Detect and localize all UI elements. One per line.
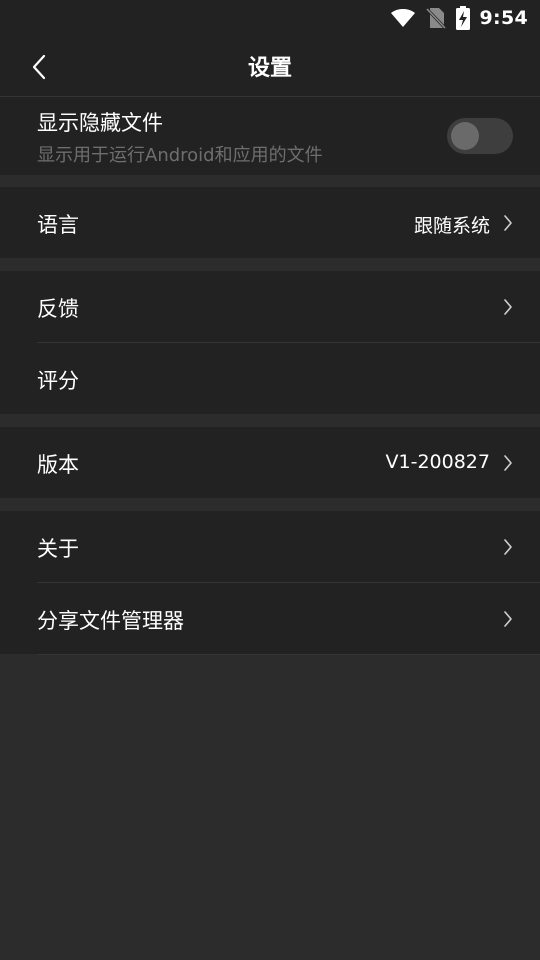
chevron-left-icon (32, 54, 46, 80)
group-version: 版本 V1-200827 (0, 427, 540, 498)
show-hidden-label: 显示隐藏文件 (37, 111, 163, 135)
row-language[interactable]: 语言 跟随系统 (0, 187, 540, 258)
language-value: 跟随系统 (413, 215, 490, 237)
chevron-right-icon (502, 298, 514, 316)
group-language: 语言 跟随系统 (0, 187, 540, 258)
settings-screen: 9:54 设置 显示隐藏文件 显示用于运行Android和应用的文件 语言 跟随… (0, 0, 540, 960)
group-display: 显示隐藏文件 显示用于运行Android和应用的文件 (0, 96, 540, 175)
wifi-icon (390, 8, 416, 28)
app-bar: 设置 (0, 36, 540, 96)
row-version[interactable]: 版本 V1-200827 (0, 427, 540, 498)
group-about: 关于 分享文件管理器 (0, 511, 540, 655)
back-button[interactable] (22, 50, 56, 84)
chevron-right-icon (502, 454, 514, 472)
chevron-right-icon (502, 610, 514, 628)
row-share[interactable]: 分享文件管理器 (0, 583, 540, 654)
show-hidden-description: 显示用于运行Android和应用的文件 (37, 145, 323, 166)
toggle-thumb (451, 122, 479, 150)
language-label: 语言 (37, 213, 79, 237)
feedback-label: 反馈 (37, 297, 79, 321)
chevron-right-icon (502, 214, 514, 232)
status-bar: 9:54 (0, 0, 540, 36)
status-time: 9:54 (479, 7, 528, 29)
battery-charging-icon (455, 6, 470, 30)
group-feedback: 反馈 评分 (0, 271, 540, 414)
no-sim-icon (425, 7, 446, 29)
share-label: 分享文件管理器 (37, 609, 184, 633)
row-rating[interactable]: 评分 (0, 343, 540, 414)
chevron-right-icon (502, 538, 514, 556)
about-label: 关于 (37, 537, 79, 561)
show-hidden-toggle[interactable] (447, 118, 513, 154)
page-title: 设置 (247, 56, 292, 81)
version-value: V1-200827 (385, 451, 490, 473)
row-feedback[interactable]: 反馈 (0, 271, 540, 342)
divider (37, 654, 540, 655)
row-about[interactable]: 关于 (0, 511, 540, 582)
rating-label: 评分 (37, 369, 79, 393)
row-show-hidden-files[interactable]: 显示隐藏文件 显示用于运行Android和应用的文件 (0, 96, 540, 175)
version-label: 版本 (37, 453, 79, 477)
